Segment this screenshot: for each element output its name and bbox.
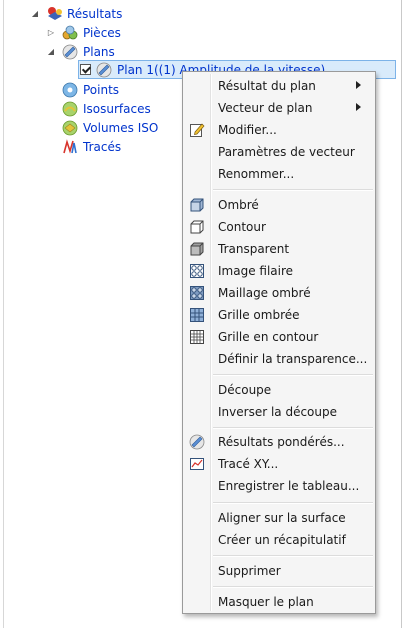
menu-item-masquer-le-plan[interactable]: Masquer le plan xyxy=(185,591,373,613)
expand-arrow-icon[interactable]: ▷ xyxy=(46,28,56,38)
menu-item-contour[interactable]: Contour xyxy=(185,216,373,238)
contour-grid-icon xyxy=(189,329,205,345)
menu-item-inverser-la-decoupe[interactable]: Inverser la découpe xyxy=(185,401,373,423)
points-icon xyxy=(62,82,78,98)
edit-icon xyxy=(189,122,205,138)
tree-label-plans: Plans xyxy=(83,44,115,59)
isosurfaces-icon xyxy=(62,101,78,117)
collapse-arrow-icon[interactable]: ◢ xyxy=(46,47,56,57)
results-icon xyxy=(46,6,62,22)
menu-item-image-filaire[interactable]: Image filaire xyxy=(185,260,373,282)
tree-node-resultats[interactable]: ◢ Résultats xyxy=(30,4,122,23)
menu-item-parametres-de-vecteur[interactable]: Paramètres de vecteur xyxy=(185,141,373,163)
menu-item-vecteur-de-plan[interactable]: Vecteur de plan xyxy=(185,97,373,119)
tree-label-resultats: Résultats xyxy=(67,6,123,21)
weighted-results-icon xyxy=(189,434,205,450)
traces-icon xyxy=(62,138,78,155)
menu-item-aligner-sur-la-surface[interactable]: Aligner sur la surface xyxy=(185,507,373,529)
tree-label-isosurfaces: Isosurfaces xyxy=(83,101,151,116)
tree-node-traces[interactable]: Tracés xyxy=(62,137,121,156)
tree-label-pieces: Pièces xyxy=(83,25,121,40)
menu-item-resultats-ponderes[interactable]: Résultats pondérés... xyxy=(185,431,373,453)
tree-node-pieces[interactable]: ▷ Pièces xyxy=(46,23,121,42)
submenu-arrow-icon xyxy=(356,103,361,111)
panel-right-border xyxy=(401,0,402,628)
menu-separator xyxy=(213,555,373,557)
tree-node-isosurfaces[interactable]: Isosurfaces xyxy=(62,99,151,118)
menu-separator xyxy=(213,502,373,504)
xy-plot-icon xyxy=(189,456,205,472)
tree-node-volumes-iso[interactable]: Volumes ISO xyxy=(62,118,158,137)
iso-volumes-icon xyxy=(62,120,78,136)
wireframe-icon xyxy=(189,263,205,279)
tree-node-points[interactable]: Points xyxy=(62,80,119,99)
menu-item-creer-un-recapitulatif[interactable]: Créer un récapitulatif xyxy=(185,529,373,551)
menu-item-resultat-du-plan[interactable]: Résultat du plan xyxy=(185,75,373,97)
planes-icon xyxy=(62,44,78,60)
tree-label-points: Points xyxy=(83,82,120,97)
menu-item-ombre[interactable]: Ombré xyxy=(185,194,373,216)
tree-node-plans[interactable]: ◢ Plans xyxy=(46,42,115,61)
menu-item-enregistrer-le-tableau[interactable]: Enregistrer le tableau... xyxy=(185,475,373,497)
contour-cube-icon xyxy=(189,219,205,235)
tree-label-volumes-iso: Volumes ISO xyxy=(83,120,159,135)
menu-item-maillage-ombre[interactable]: Maillage ombré xyxy=(185,282,373,304)
menu-separator xyxy=(213,427,373,429)
menu-item-decoupe[interactable]: Découpe xyxy=(185,379,373,401)
collapse-arrow-icon[interactable]: ◢ xyxy=(30,9,40,19)
menu-separator xyxy=(213,189,373,191)
menu-item-supprimer[interactable]: Supprimer xyxy=(185,560,373,582)
transparent-cube-icon xyxy=(189,241,205,257)
shaded-mesh-icon xyxy=(189,285,205,301)
menu-separator xyxy=(213,586,373,588)
menu-item-renommer[interactable]: Renommer... xyxy=(185,163,373,185)
parts-icon xyxy=(62,25,78,41)
context-menu: Résultat du plan Vecteur de plan Modifie… xyxy=(182,71,376,614)
menu-item-trace-xy[interactable]: Tracé XY... xyxy=(185,453,373,475)
menu-item-definir-la-transparence[interactable]: Définir la transparence... xyxy=(185,348,373,370)
tree-label-traces: Tracés xyxy=(83,139,122,154)
menu-item-modifier[interactable]: Modifier... xyxy=(185,119,373,141)
panel-left-border xyxy=(3,0,4,628)
menu-item-grille-en-contour[interactable]: Grille en contour xyxy=(185,326,373,348)
submenu-arrow-icon xyxy=(356,81,361,89)
shaded-cube-icon xyxy=(189,197,205,213)
menu-separator xyxy=(213,374,373,376)
shaded-grid-icon xyxy=(189,307,205,323)
plan1-visibility-checkbox[interactable] xyxy=(80,64,91,75)
menu-item-transparent[interactable]: Transparent xyxy=(185,238,373,260)
plane-icon xyxy=(96,62,112,78)
menu-item-grille-ombree[interactable]: Grille ombrée xyxy=(185,304,373,326)
